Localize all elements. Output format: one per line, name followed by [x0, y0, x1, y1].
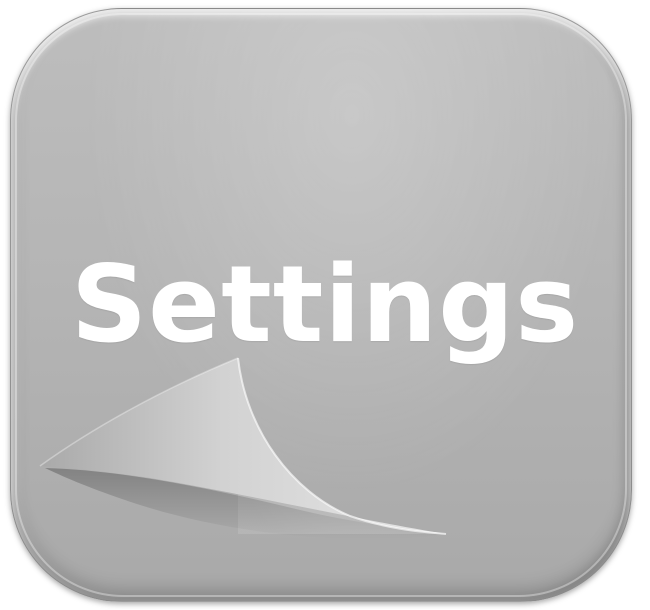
settings-label: Settings [70, 243, 580, 366]
app-icon-canvas: Settings [0, 0, 650, 610]
